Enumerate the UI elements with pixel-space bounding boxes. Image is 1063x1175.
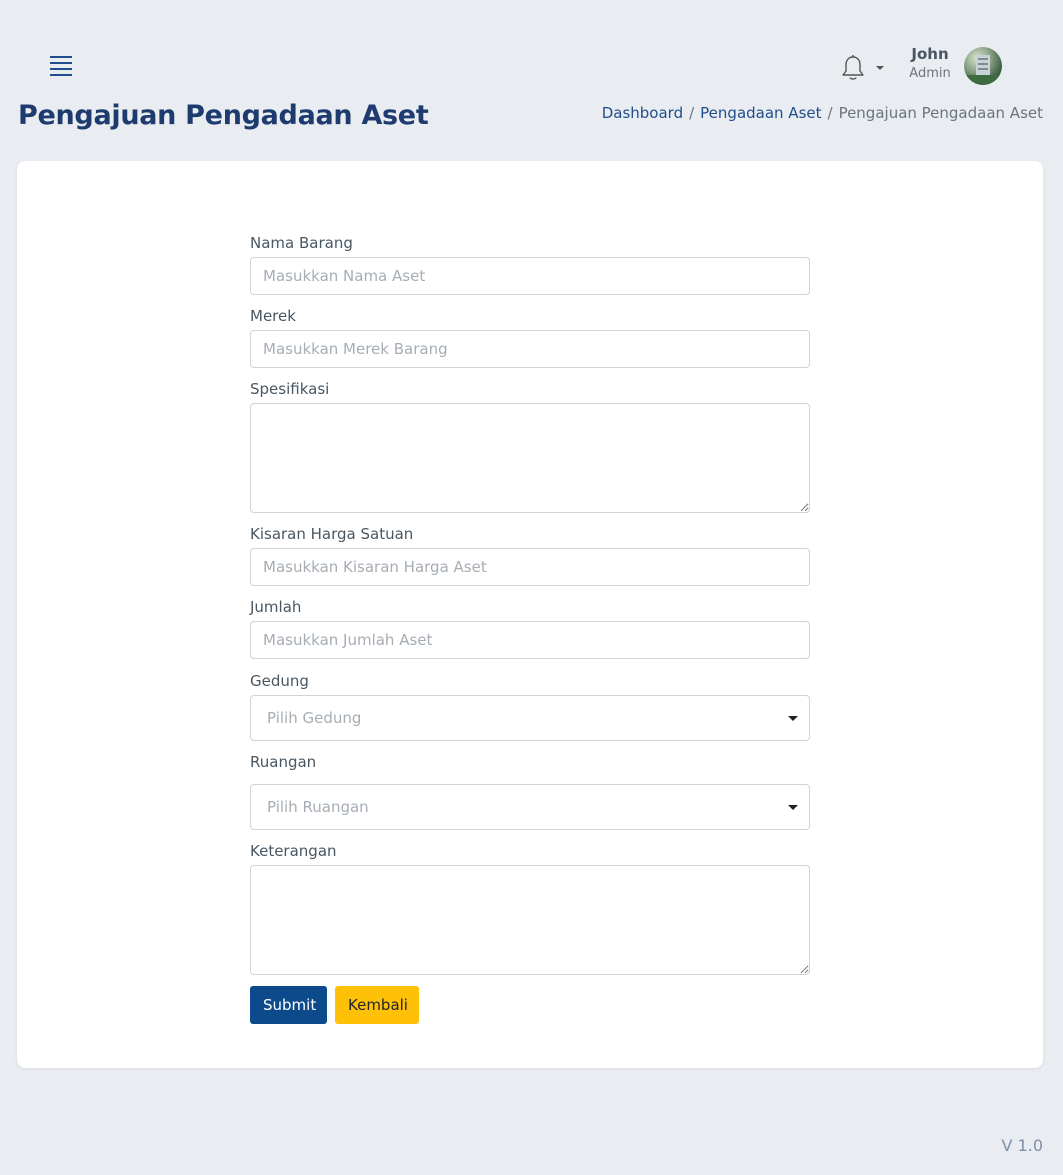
nama-barang-label: Nama Barang — [250, 234, 353, 252]
kisaran-harga-label: Kisaran Harga Satuan — [250, 525, 414, 543]
user-name: John — [911, 45, 949, 63]
hamburger-icon[interactable] — [50, 56, 72, 76]
jumlah-label: Jumlah — [250, 598, 302, 616]
spesifikasi-textarea[interactable] — [250, 403, 810, 513]
merek-label: Merek — [250, 307, 296, 325]
back-button[interactable]: Kembali — [335, 986, 419, 1024]
bell-icon — [842, 55, 864, 80]
ruangan-select-placeholder: Pilih Ruangan — [267, 798, 369, 816]
gedung-label: Gedung — [250, 672, 309, 690]
chevron-down-icon — [876, 66, 884, 70]
submit-button[interactable]: Submit — [250, 986, 327, 1024]
gedung-select[interactable]: Pilih Gedung — [250, 695, 810, 741]
form-card: Nama Barang Merek Spesifikasi Kisaran Ha… — [17, 161, 1043, 1068]
breadcrumb-dashboard[interactable]: Dashboard — [602, 104, 683, 122]
breadcrumb-separator: / — [827, 104, 833, 122]
chevron-down-icon — [788, 716, 798, 721]
user-info[interactable]: John Admin — [900, 44, 960, 84]
spesifikasi-label: Spesifikasi — [250, 380, 330, 398]
breadcrumb-separator: / — [689, 104, 695, 122]
nama-barang-input[interactable] — [250, 257, 810, 295]
breadcrumb-pengadaan-aset[interactable]: Pengadaan Aset — [700, 104, 821, 122]
merek-input[interactable] — [250, 330, 810, 368]
top-navbar: John Admin — [0, 0, 1063, 100]
chevron-down-icon — [788, 805, 798, 810]
jumlah-input[interactable] — [250, 621, 810, 659]
breadcrumb: Dashboard / Pengadaan Aset / Pengajuan Penga… — [602, 104, 1043, 122]
page-title: Pengajuan Pengadaan Aset — [18, 100, 429, 131]
gedung-select-placeholder: Pilih Gedung — [267, 709, 362, 727]
app-version: V 1.0 — [1001, 1136, 1043, 1155]
keterangan-textarea[interactable] — [250, 865, 810, 975]
ruangan-select[interactable]: Pilih Ruangan — [250, 784, 810, 830]
keterangan-label: Keterangan — [250, 842, 337, 860]
avatar[interactable] — [964, 47, 1002, 85]
notification-dropdown[interactable] — [840, 54, 884, 82]
user-role: Admin — [909, 66, 951, 81]
ruangan-label: Ruangan — [250, 753, 317, 771]
breadcrumb-current: Pengajuan Pengadaan Aset — [838, 104, 1043, 122]
kisaran-harga-input[interactable] — [250, 548, 810, 586]
